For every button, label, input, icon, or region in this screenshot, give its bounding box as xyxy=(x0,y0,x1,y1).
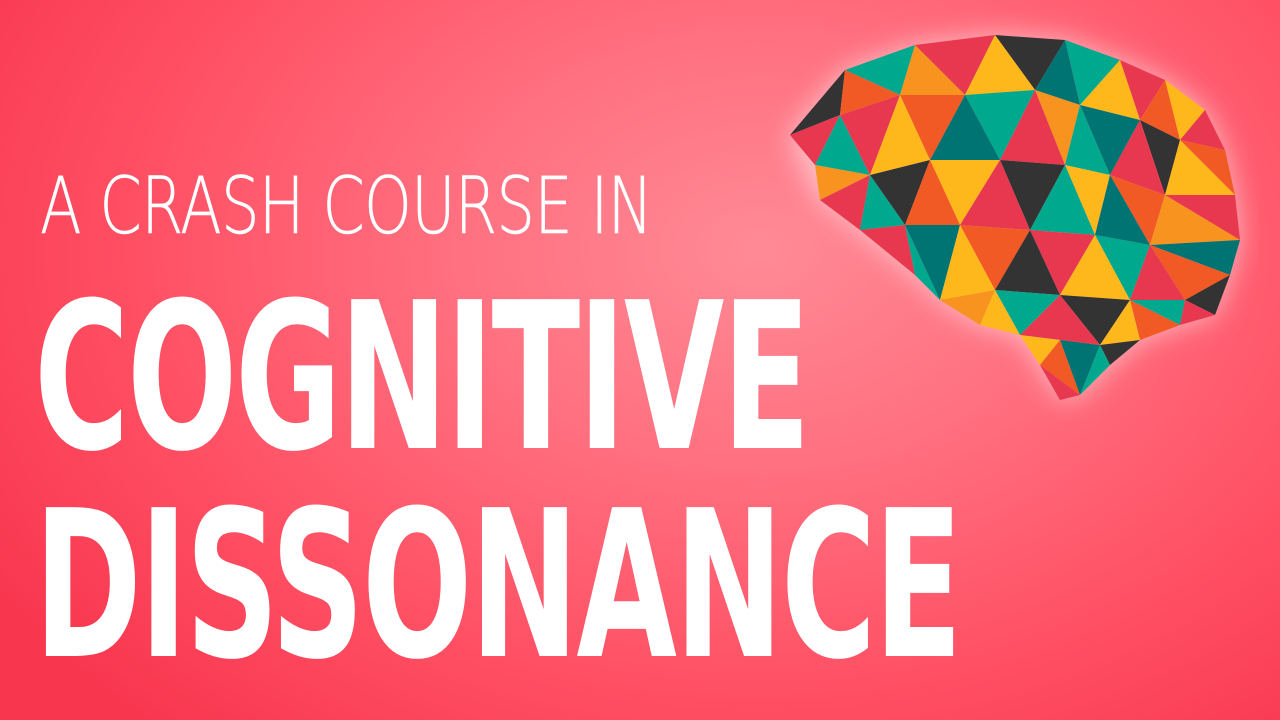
thumbnail-canvas: A CRASH COURSE IN COGNITIVE DISSONANCE xyxy=(0,0,1280,720)
title-line-dissonance: DISSONANCE xyxy=(34,467,963,705)
low-poly-brain-icon xyxy=(790,35,1240,400)
title-line-cognitive: COGNITIVE xyxy=(34,259,811,497)
subtitle: A CRASH COURSE IN xyxy=(40,162,654,252)
